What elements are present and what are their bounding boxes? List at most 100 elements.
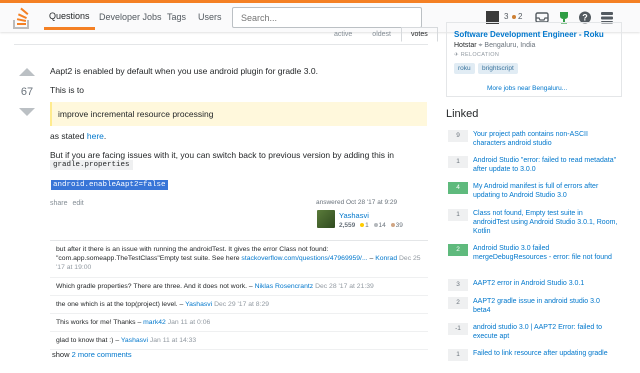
share-link[interactable]: share — [50, 200, 68, 207]
linked-item[interactable]: 2 Android Studio 3.0 failed mergeDebugRe… — [446, 244, 622, 268]
paragraph-text: as stated — [50, 131, 85, 141]
silver-count: 14 — [378, 222, 386, 229]
show-more-comments-link[interactable]: 2 more comments — [72, 350, 132, 359]
nav-questions[interactable]: Questions — [44, 8, 95, 30]
avatar[interactable] — [317, 210, 335, 228]
comment-item: This works for me! Thanks – mark42 Jan 1… — [50, 314, 428, 332]
comment-item: Which gradle properties? There are three… — [50, 278, 428, 296]
comment-item: the one which is at the top(project) lev… — [50, 296, 428, 314]
comment-author[interactable]: Niklas Rosencrantz — [255, 283, 314, 290]
comment-date: Jan 11 at 14:33 — [149, 337, 197, 344]
answer-paragraph-1: Aapt2 is enabled by default when you use… — [50, 66, 318, 76]
linked-item[interactable]: 9 Your project path contains non-ASCII c… — [446, 130, 622, 154]
linked-title[interactable]: AAPT2 error in Android Studio 3.0.1 — [473, 279, 619, 288]
show-more-prefix: show — [52, 350, 70, 359]
bronze-badge-dot — [512, 15, 516, 19]
downvote-arrow-icon[interactable] — [19, 108, 35, 116]
answered-time: answered Oct 28 '17 at 9:29 — [316, 199, 398, 206]
job-title[interactable]: Software Development Engineer - Roku — [454, 30, 604, 39]
comment-date: Jan 11 at 0:06 — [167, 319, 211, 326]
comment-date: Dec 28 '17 at 21:39 — [315, 283, 374, 290]
comment-item: but after it there is an issue with runn… — [50, 241, 428, 278]
post-menu: share edit — [50, 200, 84, 207]
edit-link[interactable]: edit — [72, 200, 83, 207]
nav-tags[interactable]: Tags — [162, 9, 191, 25]
comments-list: but after it there is an issue with runn… — [50, 240, 428, 350]
linked-score: 2 — [448, 244, 468, 256]
linked-item[interactable]: 4 My Android manifest is full of errors … — [446, 182, 622, 206]
job-ad[interactable]: Software Development Engineer - Roku Hot… — [446, 22, 622, 97]
linked-title[interactable]: Your project path contains non-ASCII cha… — [473, 130, 619, 148]
badge-count: 2 — [518, 12, 523, 21]
reputation-count: 3 — [504, 12, 509, 21]
show-more-comments: show 2 more comments — [52, 350, 132, 359]
linked-score: 1 — [448, 349, 468, 361]
answer-sort-tabs: active oldest votes — [324, 27, 438, 42]
job-tag[interactable]: brightscript — [478, 63, 518, 74]
comment-author[interactable]: mark42 — [143, 319, 166, 326]
job-company: Hotstar — [454, 42, 477, 49]
linked-title[interactable]: Android Studio 3.0 failed mergeDebugReso… — [473, 244, 619, 262]
linked-title[interactable]: My Android manifest is full of errors af… — [473, 182, 619, 200]
relocation-label: ✈ RELOCATION — [454, 52, 499, 58]
sort-tab-votes[interactable]: votes — [400, 27, 438, 42]
answer-blockquote: improve incremental resource processing — [50, 102, 427, 126]
linked-score: 1 — [448, 156, 468, 168]
linked-item[interactable]: 1 Class not found, Empty test suite in a… — [446, 209, 622, 236]
gold-count: 1 — [365, 222, 369, 229]
relocation-icon: ✈ — [454, 52, 459, 58]
inline-code: gradle.properties — [50, 160, 133, 170]
comment-text: Which gradle properties? There are three… — [56, 283, 248, 290]
linked-title[interactable]: Class not found, Empty test suite in and… — [473, 209, 619, 236]
linked-score: 3 — [448, 279, 468, 291]
nav-developer-jobs[interactable]: Developer Jobs — [94, 9, 167, 25]
linked-score: 4 — [448, 182, 468, 194]
upvote-arrow-icon[interactable] — [19, 68, 35, 76]
linked-item[interactable]: -1 android studio 3.0 | AAPT2 Error: fai… — [446, 323, 622, 347]
author-name[interactable]: Yashasvi — [339, 211, 369, 220]
vote-count: 67 — [20, 86, 34, 98]
svg-text:?: ? — [582, 13, 588, 23]
nav-users[interactable]: Users — [193, 9, 227, 25]
comment-text: the one which is at the top(project) lev… — [56, 301, 178, 308]
linked-score: 1 — [448, 209, 468, 221]
linked-score: -1 — [448, 323, 468, 335]
linked-title[interactable]: AAPT2 gradle issue in android studio 3.0… — [473, 297, 619, 315]
comment-author[interactable]: Yashasvi — [185, 301, 212, 308]
comment-author[interactable]: Konrad — [375, 255, 397, 262]
author-reputation: 2,559 1 14 39 — [339, 222, 403, 229]
linked-title[interactable]: Android Studio "error: failed to read me… — [473, 156, 619, 174]
here-link[interactable]: here — [87, 131, 104, 141]
relocation-text: RELOCATION — [460, 52, 500, 58]
comment-link[interactable]: stackoverflow.com/questions/47969959/... — [241, 255, 367, 262]
gold-badge-icon — [360, 222, 365, 227]
linked-score: 9 — [448, 130, 468, 142]
sort-tab-oldest[interactable]: oldest — [362, 27, 401, 42]
linked-item[interactable]: 1 Android Studio "error: failed to read … — [446, 156, 622, 180]
comment-text: This works for me! Thanks — [56, 319, 136, 326]
bronze-count: 39 — [395, 222, 403, 229]
linked-title[interactable]: Failed to link resource after updating g… — [473, 349, 619, 358]
answer-paragraph-4: But if you are facing issues with it, yo… — [50, 150, 394, 160]
code-block-selected[interactable]: android.enableAapt2=false — [51, 180, 168, 190]
silver-badge-icon — [373, 222, 378, 227]
location-pin-icon: ⌖ — [478, 42, 483, 49]
job-tag[interactable]: roku — [454, 63, 475, 74]
comment-item: glad to know that :) – Yashasvi Jan 11 a… — [50, 332, 428, 350]
reputation-score: 2,559 — [339, 222, 356, 229]
linked-heading: Linked — [446, 108, 479, 120]
user-signature: answered Oct 28 '17 at 9:29 Yashasvi 2,5… — [316, 199, 428, 237]
linked-title[interactable]: android studio 3.0 | AAPT2 Error: failed… — [473, 323, 619, 341]
search-input[interactable] — [232, 7, 422, 28]
more-jobs-link[interactable]: More jobs near Bengaluru... — [487, 85, 567, 92]
answer-paragraph-2: This is to — [50, 85, 85, 95]
comment-author[interactable]: Yashasvi — [121, 337, 148, 344]
stackoverflow-logo-icon[interactable] — [10, 6, 36, 30]
bronze-badge-icon — [390, 222, 395, 227]
comment-text: glad to know that :) — [56, 337, 114, 344]
paragraph-punct: . — [103, 131, 107, 141]
sort-tab-active[interactable]: active — [324, 27, 362, 42]
linked-item[interactable]: 2 AAPT2 gradle issue in android studio 3… — [446, 297, 622, 321]
linked-item[interactable]: 1 Failed to link resource after updating… — [446, 349, 622, 373]
job-company-line: Hotstar ⌖ Bengaluru, India — [454, 42, 535, 50]
